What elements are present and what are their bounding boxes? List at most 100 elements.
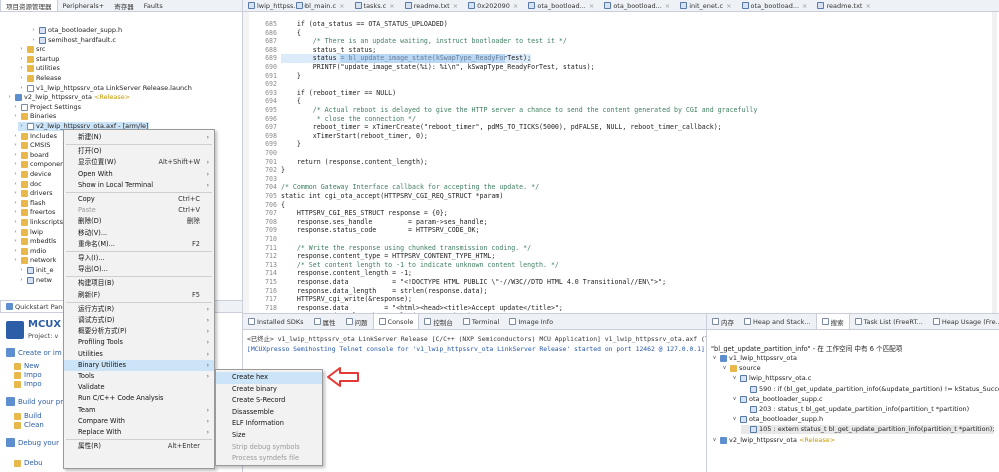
context-menu-item[interactable]: 导入(I)... — [64, 253, 214, 265]
context-menu-item[interactable]: 显示位置(W) Alt+Shift+W › — [64, 157, 214, 169]
tree-item[interactable]: › component — [12, 160, 67, 169]
code-line[interactable]: response.data = "<!DOCTYPE HTML PUBLIC \… — [281, 278, 666, 287]
console-tab[interactable]: Console — [372, 314, 420, 329]
submenu-item[interactable]: Create binary — [216, 384, 322, 396]
tree-item[interactable]: › utilities — [18, 64, 60, 73]
expand-arrow-icon[interactable]: › — [12, 256, 19, 265]
right-tab[interactable]: 内存 — [707, 314, 739, 329]
context-menu-item[interactable]: 运行方式(R) › — [64, 304, 214, 316]
editor-tab[interactable]: bl_main.c × — [291, 0, 350, 11]
context-menu-item[interactable]: Copy Ctrl+C — [64, 194, 214, 206]
search-result-item[interactable]: ∨ v2_lwip_httpssrv_ota <Release> — [711, 436, 835, 445]
editor-tab[interactable]: ota_bootload... × — [737, 0, 813, 11]
tree-item[interactable]: › mdio — [12, 247, 46, 256]
expand-arrow-icon[interactable]: › — [30, 26, 37, 35]
submenu-item[interactable]: ELF Information — [216, 418, 322, 430]
tree-item[interactable]: › lwip — [12, 228, 43, 237]
code-line[interactable]: } — [281, 72, 301, 81]
tree-item[interactable]: › v1_lwip_httpssrv_ota LinkServer Release… — [18, 84, 192, 93]
tree-item[interactable]: › freertos — [12, 208, 55, 217]
tree-item[interactable]: › startup — [18, 55, 59, 64]
tree-item[interactable]: › Release — [18, 74, 61, 83]
code-line[interactable]: { — [281, 201, 285, 210]
expand-arrow-icon[interactable]: › — [18, 74, 25, 83]
expand-arrow-icon[interactable]: › — [12, 132, 19, 141]
search-result-item[interactable]: ∨ source — [721, 364, 761, 373]
editor-tab[interactable]: ota_bootload... × — [523, 0, 599, 11]
code-line[interactable]: } — [281, 140, 301, 149]
tree-item[interactable]: › v2_lwip_httpssrv_ota <Release> — [6, 93, 130, 102]
code-line[interactable]: return (response.content_length); — [281, 158, 428, 167]
editor-body[interactable]: 685 if (ota_status == OTA_STATUS_UPLOADE… — [243, 12, 999, 313]
editor-tab[interactable]: readme.txt × — [812, 0, 875, 11]
close-icon[interactable]: × — [389, 2, 394, 10]
context-menu-item[interactable]: Run C/C++ Code Analysis — [64, 393, 214, 405]
submenu-item[interactable]: Strip debug symbols — [216, 442, 322, 454]
search-result-item[interactable]: 105 : extern status_t bl_get_update_part… — [741, 425, 995, 435]
submenu-item[interactable]: Disassemble — [216, 407, 322, 419]
close-icon[interactable]: × — [726, 2, 731, 10]
tree-item[interactable]: › init_e — [18, 266, 54, 275]
expand-arrow-icon[interactable]: › — [12, 160, 19, 169]
expand-arrow-icon[interactable]: › — [18, 55, 25, 64]
code-line[interactable]: PRINTF("update_image_state(%i): %i\n", k… — [281, 63, 595, 72]
left-tab-2[interactable]: 寄存器 — [109, 0, 139, 11]
code-line[interactable]: } — [281, 166, 285, 175]
context-menu-item[interactable]: Profiling Tools › — [64, 337, 214, 349]
quickstart-action[interactable]: Build — [14, 412, 42, 420]
code-line[interactable]: response.data_length = strlen(response.d… — [281, 287, 488, 296]
tree-item[interactable]: › semihost_hardfault.c — [30, 36, 116, 45]
quickstart-action[interactable]: Impo — [14, 371, 42, 379]
code-line[interactable]: response.ses_handle = param->ses_handle; — [281, 218, 488, 227]
search-result-item[interactable]: ∨ ota_bootloader_supp.h — [731, 415, 823, 424]
tree-item[interactable]: › linkscripts — [12, 218, 63, 227]
expand-arrow-icon[interactable]: › — [12, 170, 19, 179]
expand-arrow-icon[interactable]: › — [12, 218, 19, 227]
expand-arrow-icon[interactable]: › — [18, 84, 25, 93]
editor-tab[interactable]: tasks.c × — [350, 0, 400, 11]
code-line[interactable]: { — [281, 97, 301, 106]
context-menu-item[interactable]: 移动(V)... — [64, 228, 214, 240]
editor-tab[interactable]: 0x202090 × — [463, 0, 523, 11]
code-line[interactable]: HTTPSRV_CGI_RES_STRUCT response = {0}; — [281, 209, 448, 218]
console-tab[interactable]: 控制台 — [419, 314, 458, 329]
context-menu-item[interactable]: 构建项目(B) — [64, 278, 214, 290]
close-icon[interactable]: × — [865, 2, 870, 10]
search-result-item[interactable]: ∨ v1_lwip_httpssrv_ota — [711, 354, 797, 363]
code-line[interactable]: status_t status; — [281, 46, 377, 55]
tree-item[interactable]: › src — [18, 45, 46, 54]
expand-arrow-icon[interactable]: › — [12, 103, 19, 112]
code-line[interactable]: static int cgi_ota_accept(HTTPSRV_CGI_RE… — [281, 192, 503, 201]
code-editor[interactable]: lwip_httpss... × bl_main.c × tasks.c × readme.… — [243, 0, 999, 314]
expand-arrow-icon[interactable]: › — [12, 237, 19, 246]
code-line[interactable]: if (ota_status == OTA_STATUS_UPLOADED) — [281, 20, 448, 29]
context-menu-item[interactable]: 重命名(M)... F2 — [64, 239, 214, 251]
code-line[interactable]: /* Write the response using chunked tran… — [281, 244, 531, 253]
context-menu-item[interactable]: Validate — [64, 382, 214, 394]
code-line[interactable]: /* Actual reboot is delayed to give the … — [281, 106, 758, 115]
left-tab-3[interactable]: Faults — [139, 0, 168, 11]
code-line[interactable]: reboot_timer = xTimerCreate("reboot_time… — [281, 123, 722, 132]
quickstart-action[interactable]: New — [14, 362, 39, 370]
search-result-item[interactable]: 203 : status_t bl_get_update_partition_i… — [741, 405, 969, 414]
submenu-item[interactable]: Process symdefs file — [216, 453, 322, 465]
code-line[interactable]: /* Common Gateway Interface callback for… — [281, 183, 539, 192]
console-tab[interactable]: Installed SDKs — [243, 314, 309, 329]
context-menu-item[interactable]: Paste Ctrl+V — [64, 205, 214, 217]
console-tab[interactable]: Terminal — [458, 314, 504, 329]
expand-arrow-icon[interactable]: › — [18, 45, 25, 54]
expand-arrow-icon[interactable]: › — [12, 112, 19, 121]
close-icon[interactable]: × — [339, 2, 344, 10]
code-line[interactable]: HTTPSRV_cgi_write(&response); — [281, 295, 412, 304]
expand-arrow-icon[interactable]: › — [12, 247, 19, 256]
context-menu-item[interactable]: Utilities › — [64, 349, 214, 361]
quickstart-action[interactable]: Clean — [14, 421, 44, 429]
editor-tab[interactable]: readme.txt × — [400, 0, 463, 11]
editor-tab[interactable]: lwip_httpss... × — [243, 0, 308, 11]
quickstart-action[interactable]: Impo — [14, 380, 42, 388]
console-tab[interactable]: 问题 — [341, 314, 373, 329]
expand-arrow-icon[interactable]: ∨ — [711, 436, 718, 445]
expand-arrow-icon[interactable]: ∨ — [731, 415, 738, 424]
expand-arrow-icon[interactable]: ∨ — [711, 354, 718, 363]
right-tab[interactable]: Heap and Stack... — [739, 314, 816, 329]
